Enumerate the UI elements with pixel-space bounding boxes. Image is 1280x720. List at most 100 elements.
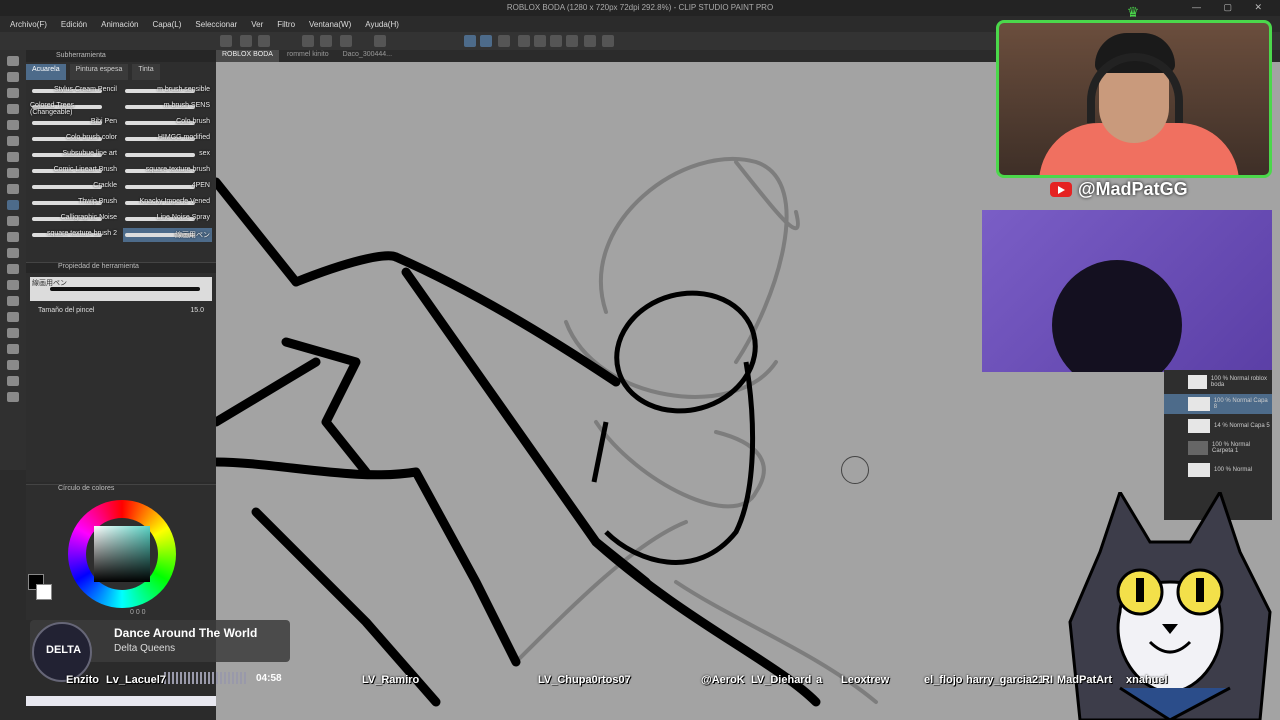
decoration-icon[interactable]: [7, 232, 19, 242]
brush-item[interactable]: Comic Lineart Brush: [30, 164, 119, 178]
move-layer-icon[interactable]: [7, 104, 19, 114]
open-file-icon[interactable]: [240, 35, 252, 47]
window-title: ROBLOX BODA (1280 x 720px 72dpi 292.8%) …: [506, 3, 774, 12]
layer-item[interactable]: 100 % Normal: [1164, 460, 1272, 480]
streamer-webcam: [996, 20, 1272, 178]
saturation-value-square[interactable]: [94, 526, 150, 582]
correct-line-icon[interactable]: [7, 392, 19, 402]
blend-icon[interactable]: [7, 264, 19, 274]
canvas-tabs: ROBLOX BODA rommel kinito Daco_300444...: [216, 50, 400, 62]
fill-icon[interactable]: [584, 35, 596, 47]
menu-animation[interactable]: Animación: [101, 20, 138, 29]
song-artist: Delta Queens: [114, 643, 176, 654]
eyedropper-icon[interactable]: [7, 152, 19, 162]
brush-item[interactable]: Subsubue line art: [30, 148, 119, 162]
new-file-icon[interactable]: [220, 35, 232, 47]
tab-roblox-boda[interactable]: ROBLOX BODA: [216, 50, 279, 62]
secondary-camera-subject: [1052, 260, 1182, 372]
layer-item[interactable]: 100 % Normal roblox boda: [1164, 372, 1272, 392]
ruler-icon[interactable]: [7, 344, 19, 354]
brush-label: HIMGG modified: [157, 134, 210, 141]
crop-icon[interactable]: [534, 35, 546, 47]
zoom-icon[interactable]: [7, 56, 19, 66]
album-label: DELTA: [46, 644, 82, 656]
brush-label: m brush SENS: [163, 102, 210, 109]
viewer-name: a: [816, 674, 823, 686]
brush-item[interactable]: m brush SENS: [123, 100, 212, 114]
tab-thick-paint[interactable]: Pintura espesa: [69, 64, 129, 80]
snap-ruler-icon[interactable]: [464, 35, 476, 47]
brush-item[interactable]: square texture brush: [123, 164, 212, 178]
brush-item[interactable]: Colored Trees (Changeable): [30, 100, 119, 116]
select-icon[interactable]: [518, 35, 530, 47]
brush-tool-icon[interactable]: [7, 200, 19, 210]
layer-item-selected[interactable]: 100 % Normal Capa 8: [1164, 394, 1272, 414]
menu-file[interactable]: Archivo(F): [10, 20, 47, 29]
brush-item[interactable]: Colo brush color: [30, 132, 119, 146]
eraser-icon[interactable]: [7, 248, 19, 258]
layer-item[interactable]: 100 % Normal Carpeta 1: [1164, 438, 1272, 458]
airbrush-icon[interactable]: [7, 216, 19, 226]
resize-icon[interactable]: [550, 35, 562, 47]
brush-item[interactable]: 4PEN: [123, 180, 212, 194]
fill-tool-icon[interactable]: [7, 280, 19, 290]
gradient-icon[interactable]: [7, 296, 19, 306]
progress-strip: [26, 696, 216, 706]
tab-rommel-kinito[interactable]: rommel kinito: [280, 50, 335, 62]
pencil-tool-icon[interactable]: [7, 184, 19, 194]
text-icon[interactable]: [7, 360, 19, 370]
menu-layer[interactable]: Capa(L): [153, 20, 182, 29]
selection-icon[interactable]: [7, 120, 19, 130]
brush-item-selected[interactable]: 線画用ペン: [123, 228, 212, 242]
brush-item[interactable]: square texture brush 2: [30, 228, 119, 242]
figure-icon[interactable]: [7, 312, 19, 322]
clear-icon[interactable]: [340, 35, 352, 47]
brush-item[interactable]: Knacky Imperfe Vened: [123, 196, 212, 210]
pen-icon[interactable]: [498, 35, 510, 47]
brush-size-row[interactable]: Tamaño del pincel 15.0: [26, 305, 216, 316]
brush-item[interactable]: Colo brush: [123, 116, 212, 130]
menu-help[interactable]: Ayuda(H): [365, 20, 399, 29]
menu-filter[interactable]: Filtro: [277, 20, 295, 29]
brush-label: Thwip Brush: [78, 198, 117, 205]
grid-icon[interactable]: [602, 35, 614, 47]
menu-edit[interactable]: Edición: [61, 20, 87, 29]
menu-select[interactable]: Seleccionar: [195, 20, 237, 29]
brush-item[interactable]: Line Noise Spray: [123, 212, 212, 226]
operation-icon[interactable]: [7, 88, 19, 98]
transform-icon[interactable]: [374, 35, 386, 47]
brush-size-value[interactable]: 15.0: [190, 307, 204, 314]
channel-handle-text: @MadPatGG: [1078, 178, 1188, 199]
layer-item[interactable]: 14 % Normal Capa 5: [1164, 416, 1272, 436]
move-icon[interactable]: [7, 72, 19, 82]
window-controls[interactable]: — ▢ ✕: [1192, 2, 1272, 13]
menu-view[interactable]: Ver: [251, 20, 263, 29]
brush-label: Stylus Cream Pencil: [53, 86, 117, 93]
channel-handle: @MadPatGG: [1050, 178, 1250, 200]
brush-item[interactable]: Stylus Cream Pencil: [30, 84, 119, 98]
brush-item[interactable]: m brush sensible: [123, 84, 212, 98]
redo-icon[interactable]: [320, 35, 332, 47]
brush-item[interactable]: Bibi Pen: [30, 116, 119, 130]
sub-color-swatch[interactable]: [36, 584, 52, 600]
undo-icon[interactable]: [302, 35, 314, 47]
subtool-tabs: Acuarela Pintura espesa Tinta: [26, 64, 216, 80]
brush-item[interactable]: Crackle: [30, 180, 119, 194]
balloon-icon[interactable]: [7, 376, 19, 386]
tab-daco[interactable]: Daco_300444...: [336, 50, 399, 62]
viewer-name: Lv_Lacuel7: [106, 674, 166, 686]
snap-special-ruler-icon[interactable]: [480, 35, 492, 47]
brush-item[interactable]: Thwip Brush: [30, 196, 119, 210]
tab-ink[interactable]: Tinta: [132, 64, 160, 80]
brush-item[interactable]: HIMGG modified: [123, 132, 212, 146]
frame-icon[interactable]: [7, 328, 19, 338]
brush-item[interactable]: Calligraphic Noise: [30, 212, 119, 226]
auto-select-icon[interactable]: [7, 136, 19, 146]
tab-watercolor[interactable]: Acuarela: [26, 64, 66, 80]
pen-tool-icon[interactable]: [7, 168, 19, 178]
viewer-name: el_flojo: [924, 674, 963, 686]
brush-item[interactable]: sex: [123, 148, 212, 162]
menu-window[interactable]: Ventana(W): [309, 20, 351, 29]
flip-icon[interactable]: [566, 35, 578, 47]
save-icon[interactable]: [258, 35, 270, 47]
